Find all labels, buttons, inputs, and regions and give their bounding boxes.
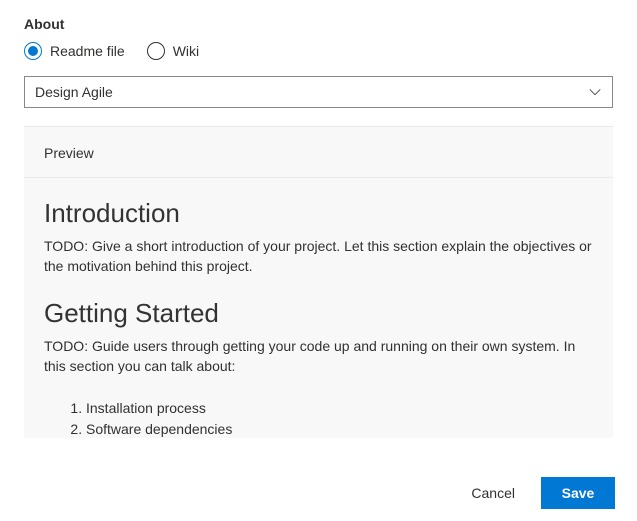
section-title: About bbox=[24, 16, 617, 32]
list-item: Software dependencies bbox=[86, 419, 593, 438]
paragraph-getting-started: TODO: Guide users through getting your c… bbox=[44, 337, 593, 376]
radio-unselected-icon bbox=[147, 42, 165, 60]
radio-selected-icon bbox=[24, 42, 42, 60]
footer-buttons: Cancel Save bbox=[455, 477, 615, 509]
about-source-radio-group: Readme file Wiki bbox=[24, 42, 617, 60]
list-item: Installation process bbox=[86, 398, 593, 419]
chevron-down-icon bbox=[588, 85, 602, 99]
heading-introduction: Introduction bbox=[44, 198, 593, 229]
radio-wiki[interactable]: Wiki bbox=[147, 42, 199, 60]
preview-container: Preview Introduction TODO: Give a short … bbox=[24, 126, 613, 438]
radio-wiki-label: Wiki bbox=[173, 43, 199, 59]
paragraph-introduction: TODO: Give a short introduction of your … bbox=[44, 237, 593, 276]
getting-started-list: Installation process Software dependenci… bbox=[86, 398, 593, 438]
preview-tab[interactable]: Preview bbox=[24, 127, 613, 178]
radio-readme[interactable]: Readme file bbox=[24, 42, 125, 60]
heading-getting-started: Getting Started bbox=[44, 298, 593, 329]
cancel-button[interactable]: Cancel bbox=[455, 477, 531, 509]
preview-body: Introduction TODO: Give a short introduc… bbox=[24, 178, 613, 438]
readme-dropdown[interactable]: Design Agile bbox=[24, 76, 613, 108]
radio-readme-label: Readme file bbox=[50, 43, 125, 59]
save-button[interactable]: Save bbox=[541, 477, 615, 509]
dropdown-value: Design Agile bbox=[35, 84, 113, 100]
